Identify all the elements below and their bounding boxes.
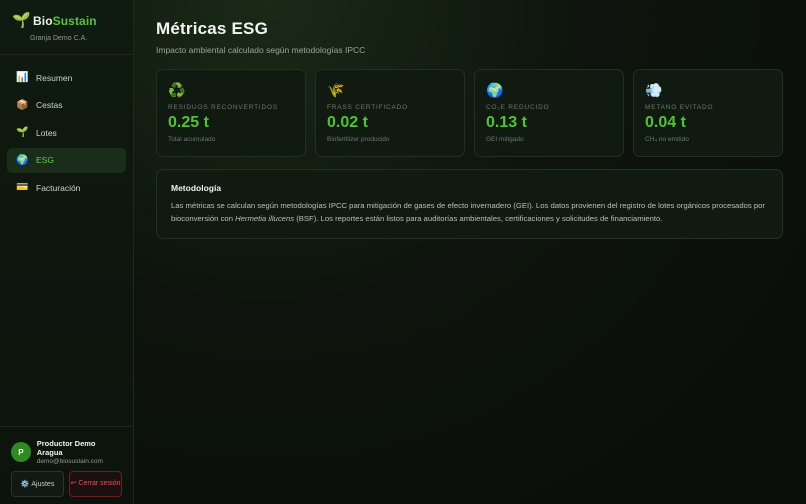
- app-root: 🌱 BioSustain Granja Demo C.A. 📊 Resumen …: [0, 0, 806, 504]
- logout-button[interactable]: ↩ Cerrar sesión: [69, 471, 122, 497]
- main-content: Métricas ESG Impacto ambiental calculado…: [134, 0, 806, 504]
- seedling-icon: 🌱: [12, 12, 31, 29]
- metric-cards: ♻️ Residuos reconvertidos 0.25 t Total a…: [156, 69, 784, 157]
- species-name: Hermetia illucens: [235, 213, 295, 223]
- footer-actions: ⚙️ Ajustes ↩ Cerrar sesión: [11, 471, 122, 497]
- sidebar-item-label: Cestas: [36, 100, 63, 111]
- brand: 🌱 BioSustain Granja Demo C.A.: [0, 0, 133, 55]
- sidebar-item-cestas[interactable]: 📦 Cestas: [7, 93, 126, 119]
- recycle-icon: ♻️: [168, 82, 186, 98]
- metric-note: GEI mitigado: [486, 136, 524, 143]
- user-info: Productor Demo Aragua demo@biosustain.co…: [37, 439, 122, 465]
- user-email: demo@biosustain.com: [36, 458, 103, 465]
- metric-label: Residuos reconvertidos: [168, 104, 278, 111]
- brand-name-part1: Bio: [33, 14, 53, 28]
- gear-icon: ⚙️: [20, 481, 30, 488]
- metric-note: Total acumulado: [168, 136, 216, 143]
- sidebar-item-esg[interactable]: 🌍 ESG: [7, 147, 126, 173]
- metric-note: CH₄ no emitido: [645, 136, 689, 143]
- settings-label: Ajustes: [31, 480, 55, 488]
- methodology-title: Metodología: [171, 183, 222, 193]
- metric-card-co2e: 🌍 CO₂e reducido 0.13 t GEI mitigado: [474, 69, 624, 157]
- sidebar-item-resumen[interactable]: 📊 Resumen: [7, 65, 126, 91]
- metric-value: 0.04 t: [645, 114, 686, 131]
- sidebar: 🌱 BioSustain Granja Demo C.A. 📊 Resumen …: [0, 0, 134, 504]
- credit-card-icon: 💳: [16, 182, 29, 194]
- metric-label: Frass certificado: [327, 104, 409, 111]
- organization-name: Granja Demo C.A.: [30, 35, 88, 42]
- user-name: Productor Demo Aragua: [36, 439, 96, 457]
- sidebar-item-label: Resumen: [36, 72, 73, 83]
- methodology-panel: Metodología Las métricas se calculan seg…: [156, 169, 783, 239]
- sidebar-item-lotes[interactable]: 🌱 Lotes: [7, 120, 126, 146]
- metric-label: CO₂e reducido: [486, 104, 550, 111]
- user-profile: P Productor Demo Aragua demo@biosustain.…: [11, 439, 122, 465]
- settings-button[interactable]: ⚙️ Ajustes: [11, 471, 64, 497]
- brand-name-part2: Sustain: [52, 14, 97, 28]
- avatar: P: [11, 442, 31, 462]
- metric-value: 0.02 t: [327, 114, 368, 131]
- sidebar-footer: P Productor Demo Aragua demo@biosustain.…: [0, 426, 133, 504]
- metric-card-frass: 🌾 Frass certificado 0.02 t Biofertilizer…: [315, 69, 465, 157]
- brand-row[interactable]: 🌱 BioSustain: [12, 13, 121, 29]
- page-title: Métricas ESG: [156, 19, 269, 38]
- logout-label: Cerrar sesión: [78, 480, 121, 487]
- wheat-icon: 🌾: [327, 82, 345, 98]
- logout-label-wrap: ↩ Cerrar sesión: [71, 480, 121, 488]
- sidebar-item-facturacion[interactable]: 💳 Facturación: [7, 175, 126, 201]
- bar-chart-icon: 📊: [16, 72, 29, 84]
- metric-card-metano: 💨 Metano evitado 0.04 t CH₄ no emitido: [633, 69, 783, 157]
- sidebar-item-label: ESG: [36, 155, 54, 166]
- metric-note: Biofertilizer producido: [327, 136, 390, 143]
- logout-icon: ↩: [70, 480, 77, 487]
- sidebar-item-label: Lotes: [36, 127, 57, 138]
- seedling-icon: 🌱: [16, 127, 29, 139]
- metric-label: Metano evitado: [645, 104, 714, 111]
- metric-value: 0.25 t: [168, 114, 209, 131]
- sidebar-item-label: Facturación: [36, 182, 81, 193]
- globe-icon: 🌍: [486, 82, 504, 98]
- page-subtitle: Impacto ambiental calculado según metodo…: [156, 45, 366, 55]
- package-icon: 📦: [16, 99, 29, 111]
- methodology-text: Las métricas se calculan según metodolog…: [171, 200, 768, 225]
- wind-icon: 💨: [645, 82, 663, 98]
- brand-name: BioSustain: [33, 14, 97, 28]
- sidebar-nav: 📊 Resumen 📦 Cestas 🌱 Lotes 🌍 ESG 💳 Factu…: [0, 55, 133, 211]
- metric-value: 0.13 t: [486, 114, 527, 131]
- metric-card-residuos: ♻️ Residuos reconvertidos 0.25 t Total a…: [156, 69, 306, 157]
- globe-icon: 🌍: [16, 154, 29, 166]
- methodology-text-part2: (BSF). Los reportes están listos para au…: [294, 213, 663, 223]
